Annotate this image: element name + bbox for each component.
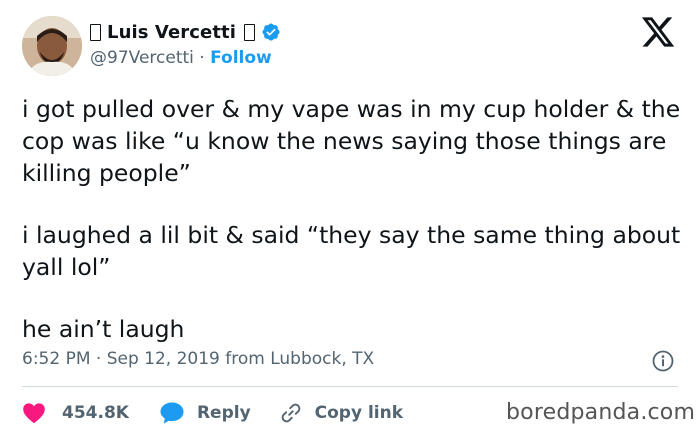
author-handle[interactable]: @97Vercetti bbox=[90, 48, 194, 68]
info-icon[interactable] bbox=[652, 350, 674, 372]
watermark: boredpanda.com bbox=[506, 400, 696, 425]
author-display-name[interactable]: Luis Vercetti bbox=[107, 22, 236, 43]
verified-badge-icon bbox=[261, 22, 281, 42]
like-count: 454.8K bbox=[62, 403, 129, 423]
divider bbox=[22, 386, 678, 387]
link-icon bbox=[279, 401, 303, 425]
author-name-row: Luis Vercetti bbox=[90, 20, 281, 44]
separator-dot: · bbox=[199, 48, 205, 68]
tweet-paragraph: i laughed a lil bit & said “they say the… bbox=[22, 221, 681, 281]
author-handle-row: @97Vercetti · Follow bbox=[90, 48, 272, 68]
copy-link-button[interactable]: Copy link bbox=[279, 401, 403, 425]
follow-button[interactable]: Follow bbox=[210, 48, 272, 68]
tweet-timestamp[interactable]: 6:52 PM · Sep 12, 2019 from Lubbock, TX bbox=[22, 349, 374, 369]
reply-icon bbox=[159, 401, 185, 425]
tweet-paragraph: i got pulled over & my vape was in my cu… bbox=[22, 95, 681, 187]
reply-button[interactable]: Reply bbox=[159, 401, 251, 425]
avatar[interactable] bbox=[22, 16, 82, 76]
x-logo-icon[interactable] bbox=[640, 14, 676, 50]
reply-label: Reply bbox=[196, 403, 251, 423]
like-button[interactable]: 454.8K bbox=[22, 402, 129, 424]
copy-link-label: Copy link bbox=[314, 403, 404, 423]
emoji-placeholder-icon bbox=[244, 23, 256, 41]
heart-icon bbox=[22, 402, 46, 424]
action-bar: 454.8K Reply Copy link bbox=[22, 399, 403, 427]
avatar-photo bbox=[22, 16, 82, 76]
tweet-paragraph: he ain’t laugh bbox=[22, 315, 185, 343]
emoji-placeholder-icon bbox=[90, 23, 101, 41]
